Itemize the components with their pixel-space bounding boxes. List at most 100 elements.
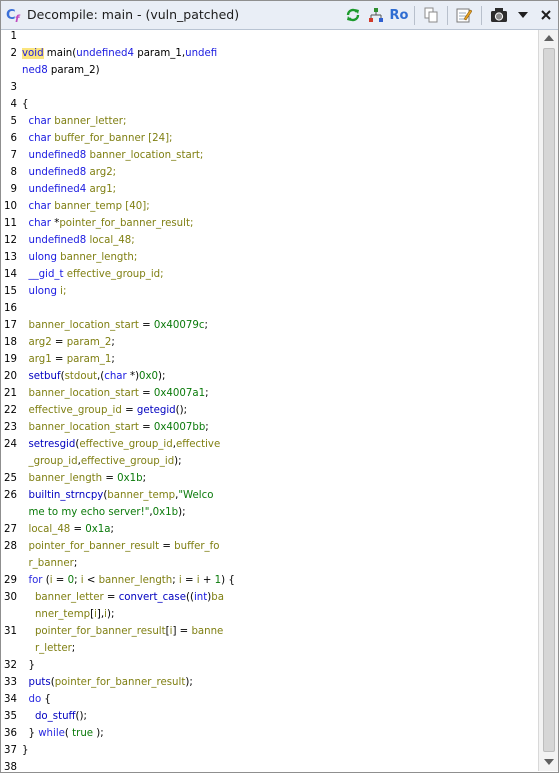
code-token[interactable]: ) { bbox=[221, 575, 235, 586]
code-line[interactable]: 34 do { bbox=[1, 694, 537, 711]
code-token[interactable]: stdout bbox=[65, 371, 97, 382]
code-text[interactable]: void main(undefined4 param_1,undefi bbox=[22, 48, 217, 59]
code-line[interactable]: r_letter; bbox=[1, 643, 537, 660]
code-token[interactable] bbox=[22, 609, 35, 620]
code-token[interactable] bbox=[22, 626, 35, 637]
code-text[interactable]: banner_location_start = 0x40079c; bbox=[22, 320, 207, 331]
code-token[interactable]: ); bbox=[158, 371, 165, 382]
code-line[interactable]: 10 char banner_temp [40]; bbox=[1, 201, 537, 218]
code-token[interactable]: 0x1b bbox=[153, 507, 178, 518]
code-token[interactable]: banner_location_start bbox=[28, 388, 138, 399]
code-token[interactable]: param_2 bbox=[67, 337, 112, 348]
code-line[interactable]: 35 do_stuff(); bbox=[1, 711, 537, 728]
code-token[interactable]: } bbox=[22, 745, 28, 756]
snapshot-button[interactable] bbox=[489, 6, 509, 24]
code-line[interactable]: 15 ulong i; bbox=[1, 286, 537, 303]
code-line[interactable]: 22 effective_group_id = getegid(); bbox=[1, 405, 537, 422]
code-token[interactable]: undefined8 bbox=[28, 167, 86, 178]
code-token[interactable]: banner_length bbox=[28, 473, 102, 484]
code-text[interactable]: undefined8 local_48; bbox=[22, 235, 134, 246]
code-token[interactable]: builtin_strncpy bbox=[28, 490, 103, 501]
code-token[interactable]: ; bbox=[74, 558, 77, 569]
code-text[interactable]: local_48 = 0x1a; bbox=[22, 524, 114, 535]
code-token[interactable]: arg2; bbox=[86, 167, 116, 178]
code-line[interactable]: 14 __gid_t effective_group_id; bbox=[1, 269, 537, 286]
code-text[interactable]: undefined4 arg1; bbox=[22, 184, 116, 195]
code-token[interactable]: = bbox=[52, 337, 67, 348]
code-line[interactable]: 18 arg2 = param_2; bbox=[1, 337, 537, 354]
code-token[interactable]: ; bbox=[111, 337, 114, 348]
code-token[interactable]: = bbox=[139, 320, 154, 331]
code-token[interactable]: __gid_t bbox=[28, 269, 63, 280]
code-token[interactable]: undefi bbox=[185, 48, 217, 59]
code-text[interactable]: char banner_temp [40]; bbox=[22, 201, 149, 212]
code-text[interactable]: setbuf(stdout,(char *)0x0); bbox=[22, 371, 165, 382]
scroll-down-icon[interactable] bbox=[544, 759, 554, 765]
code-text[interactable]: undefined8 banner_location_start; bbox=[22, 150, 203, 161]
code-token[interactable]: ; bbox=[172, 575, 179, 586]
code-token[interactable]: = bbox=[182, 575, 197, 586]
menu-dropdown-button[interactable] bbox=[515, 6, 531, 24]
code-token[interactable]: undefined8 bbox=[28, 235, 86, 246]
code-token[interactable]: ; bbox=[205, 388, 208, 399]
code-token[interactable]: (); bbox=[176, 405, 187, 416]
code-token[interactable]: ; bbox=[143, 473, 146, 484]
code-text[interactable]: for (i = 0; i < banner_length; i = i + 1… bbox=[22, 575, 235, 586]
code-token[interactable]: char bbox=[28, 218, 51, 229]
scrollbar-thumb[interactable] bbox=[543, 48, 555, 752]
code-line[interactable]: 8 undefined8 arg2; bbox=[1, 167, 537, 184]
code-text[interactable]: ulong i; bbox=[22, 286, 66, 297]
code-text[interactable]: effective_group_id = getegid(); bbox=[22, 405, 187, 416]
code-token[interactable]: = bbox=[102, 473, 117, 484]
code-token[interactable]: pointer_for_banner_result bbox=[35, 626, 166, 637]
code-token[interactable]: void bbox=[22, 48, 44, 59]
code-token[interactable]: banner_location_start; bbox=[86, 150, 203, 161]
code-line[interactable]: 16 bbox=[1, 303, 537, 320]
code-line[interactable]: 4{ bbox=[1, 99, 537, 116]
code-token[interactable] bbox=[22, 592, 35, 603]
code-text[interactable]: banner_location_start = 0x4007a1; bbox=[22, 388, 208, 399]
code-token[interactable]: banner_location_start bbox=[28, 422, 138, 433]
code-token[interactable]: arg1 bbox=[28, 354, 51, 365]
code-token[interactable] bbox=[22, 711, 35, 722]
code-line[interactable]: 13 ulong banner_length; bbox=[1, 252, 537, 269]
code-token[interactable]: ); bbox=[93, 728, 103, 739]
code-token[interactable]: { bbox=[22, 99, 28, 110]
code-token[interactable]: = bbox=[122, 405, 137, 416]
code-token[interactable]: me to my echo server!" bbox=[28, 507, 149, 518]
code-line[interactable]: 29 for (i = 0; i < banner_length; i = i … bbox=[1, 575, 537, 592]
code-text[interactable]: } bbox=[22, 745, 28, 756]
code-line[interactable]: 7 undefined8 banner_location_start; bbox=[1, 150, 537, 167]
code-text[interactable]: r_banner; bbox=[22, 558, 77, 569]
code-token[interactable]: + bbox=[200, 575, 215, 586]
code-line[interactable]: 6 char buffer_for_banner [24]; bbox=[1, 133, 537, 150]
code-token[interactable]: ; bbox=[205, 422, 208, 433]
code-token[interactable]: for bbox=[28, 575, 42, 586]
code-token[interactable] bbox=[22, 643, 35, 654]
code-token[interactable]: banner_length bbox=[99, 575, 173, 586]
code-token[interactable]: banner_letter; bbox=[51, 116, 126, 127]
code-text[interactable]: char buffer_for_banner [24]; bbox=[22, 133, 172, 144]
code-text[interactable]: pointer_for_banner_result[i] = banne bbox=[22, 626, 223, 637]
code-token[interactable]: 0x1a bbox=[85, 524, 110, 535]
code-token[interactable]: nner_temp bbox=[35, 609, 90, 620]
code-text[interactable]: ulong banner_length; bbox=[22, 252, 137, 263]
code-token[interactable]: effective_group_id bbox=[81, 456, 174, 467]
code-token[interactable]: } bbox=[22, 660, 35, 671]
code-line[interactable]: 25 banner_length = 0x1b; bbox=[1, 473, 537, 490]
code-text[interactable]: undefined8 arg2; bbox=[22, 167, 116, 178]
code-token[interactable]: "Welco bbox=[178, 490, 213, 501]
code-text[interactable]: builtin_strncpy(banner_temp,"Welco bbox=[22, 490, 213, 501]
code-token[interactable]: ] = bbox=[172, 626, 191, 637]
code-line[interactable]: 26 builtin_strncpy(banner_temp,"Welco bbox=[1, 490, 537, 507]
code-token[interactable]: ; bbox=[74, 575, 81, 586]
code-text[interactable]: __gid_t effective_group_id; bbox=[22, 269, 163, 280]
code-token[interactable]: char bbox=[104, 371, 127, 382]
code-text[interactable]: } bbox=[22, 660, 35, 671]
code-text[interactable]: arg1 = param_1; bbox=[22, 354, 114, 365]
code-text[interactable]: ned8 param_2) bbox=[22, 65, 100, 76]
code-token[interactable]: = bbox=[139, 422, 154, 433]
code-token[interactable]: setresgid bbox=[28, 439, 75, 450]
code-token[interactable]: r_banner bbox=[28, 558, 73, 569]
code-token[interactable]: banner_temp [40]; bbox=[51, 201, 149, 212]
